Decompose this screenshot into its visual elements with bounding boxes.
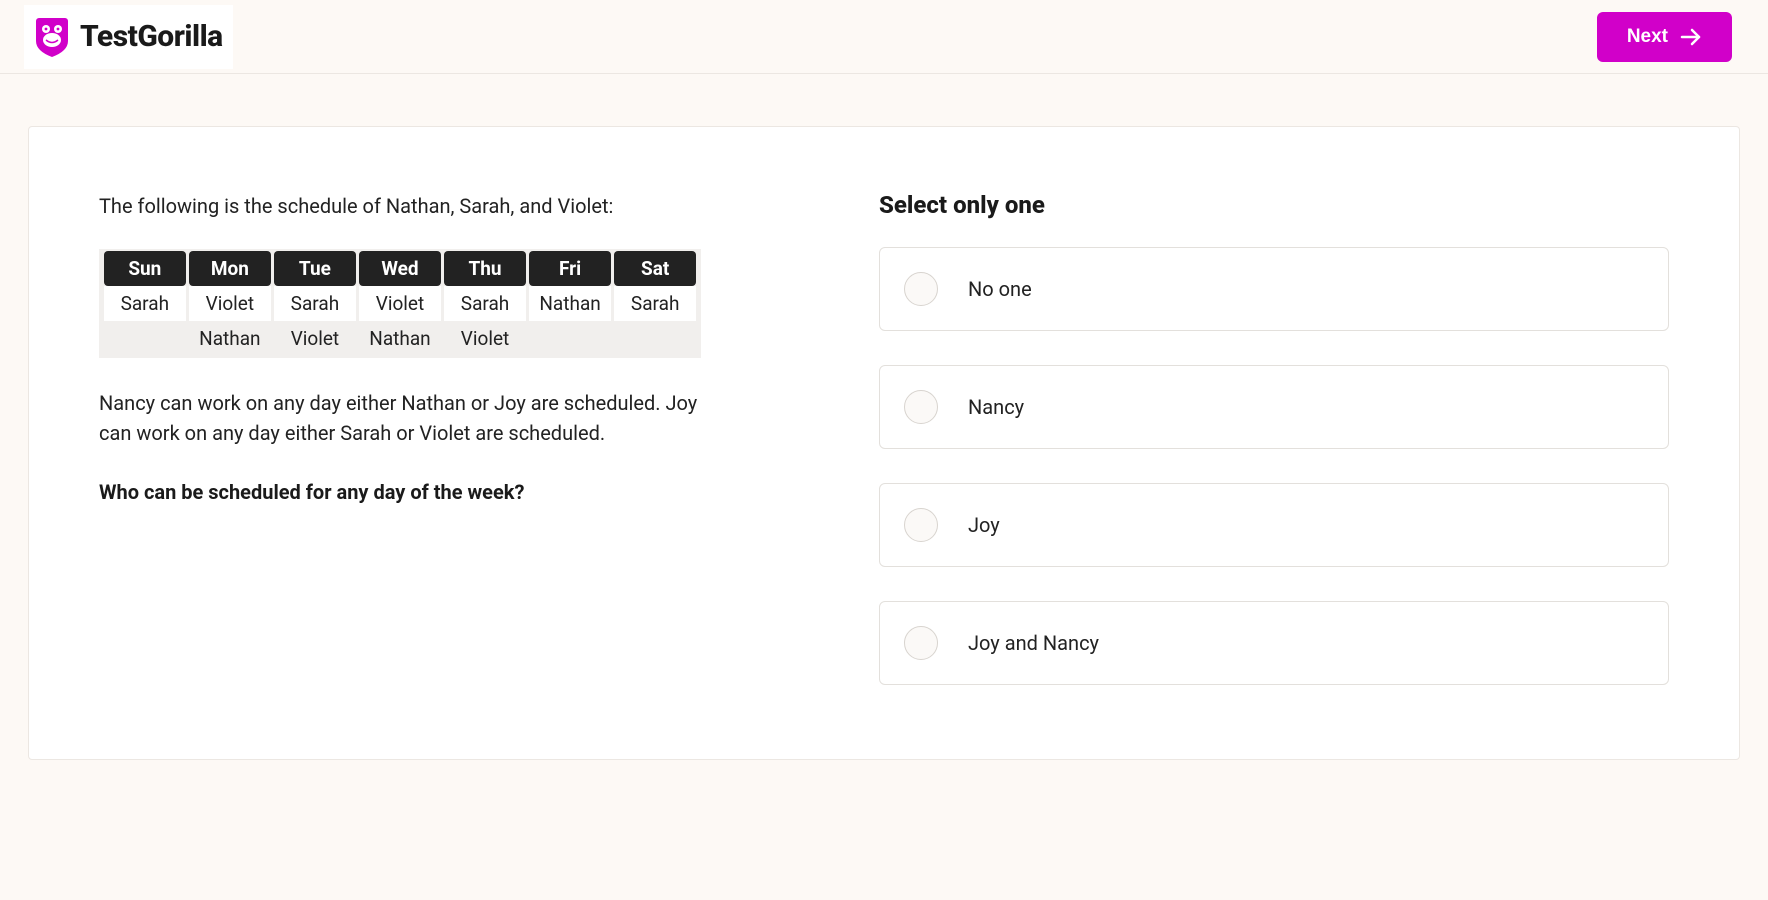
radio-icon: [904, 390, 938, 424]
day-header: Tue: [274, 251, 356, 286]
schedule-table: Sun Mon Tue Wed Thu Fri Sat Sarah Violet…: [99, 249, 701, 358]
header: TestGorilla Next: [0, 0, 1768, 74]
day-header: Fri: [529, 251, 611, 286]
question-panel: The following is the schedule of Nathan,…: [99, 191, 799, 719]
question-card: The following is the schedule of Nathan,…: [28, 126, 1740, 760]
day-header: Sun: [104, 251, 186, 286]
logo: TestGorilla: [24, 5, 233, 69]
schedule-cell: Nathan: [359, 321, 441, 356]
next-button-label: Next: [1627, 26, 1668, 48]
schedule-cell: [104, 321, 186, 356]
schedule-cell: Violet: [444, 321, 526, 356]
day-header: Wed: [359, 251, 441, 286]
schedule-cell: Nathan: [529, 286, 611, 321]
answer-option-2[interactable]: Joy: [879, 483, 1669, 567]
schedule-cell: Violet: [189, 286, 271, 321]
answers-title: Select only one: [879, 191, 1669, 219]
next-button[interactable]: Next: [1597, 12, 1732, 62]
answer-option-label: Joy and Nancy: [968, 631, 1099, 655]
schedule-header-row: Sun Mon Tue Wed Thu Fri Sat: [104, 251, 696, 286]
answer-option-1[interactable]: Nancy: [879, 365, 1669, 449]
schedule-cell: Sarah: [274, 286, 356, 321]
arrow-right-icon: [1680, 28, 1702, 46]
schedule-cell: Sarah: [104, 286, 186, 321]
answer-option-0[interactable]: No one: [879, 247, 1669, 331]
radio-icon: [904, 272, 938, 306]
answer-option-3[interactable]: Joy and Nancy: [879, 601, 1669, 685]
gorilla-logo-icon: [34, 16, 70, 58]
logo-text: TestGorilla: [80, 19, 223, 54]
radio-icon: [904, 626, 938, 660]
schedule-cell: [529, 321, 611, 356]
schedule-row: Sarah Violet Sarah Violet Sarah Nathan S…: [104, 286, 696, 321]
schedule-cell: Nathan: [189, 321, 271, 356]
answer-option-label: Nancy: [968, 395, 1024, 419]
radio-icon: [904, 508, 938, 542]
schedule-cell: Sarah: [444, 286, 526, 321]
schedule-row: Nathan Violet Nathan Violet: [104, 321, 696, 356]
answer-option-label: Joy: [968, 513, 1000, 537]
day-header: Sat: [614, 251, 696, 286]
question-intro: The following is the schedule of Nathan,…: [99, 191, 799, 221]
schedule-cell: Sarah: [614, 286, 696, 321]
day-header: Mon: [189, 251, 271, 286]
question-prompt: Who can be scheduled for any day of the …: [99, 480, 799, 504]
schedule-cell: Violet: [359, 286, 441, 321]
schedule-cell: [614, 321, 696, 356]
answers-panel: Select only one No one Nancy Joy Joy and…: [879, 191, 1669, 719]
answer-option-label: No one: [968, 277, 1032, 301]
question-rules: Nancy can work on any day either Nathan …: [99, 388, 699, 448]
day-header: Thu: [444, 251, 526, 286]
schedule-cell: Violet: [274, 321, 356, 356]
